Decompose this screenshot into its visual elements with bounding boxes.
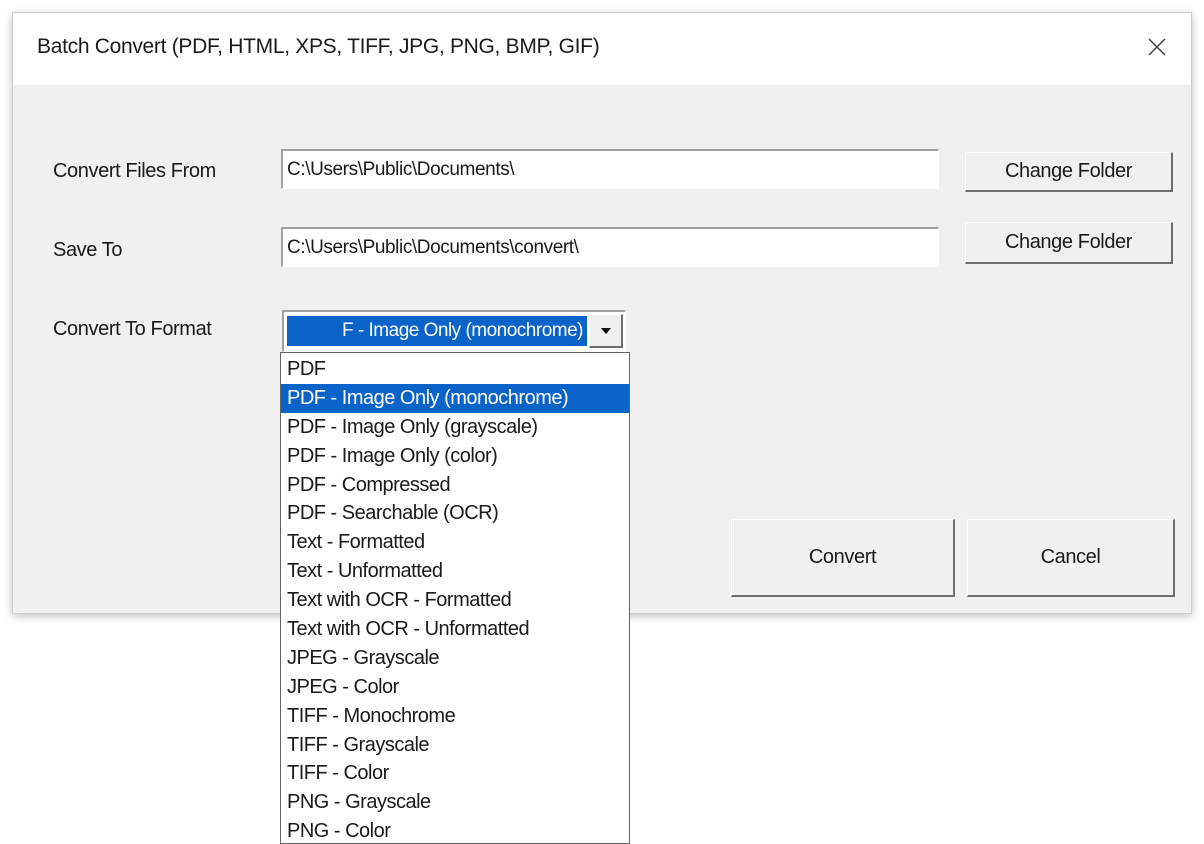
format-option[interactable]: Text with OCR - Unformatted xyxy=(281,615,629,644)
convert-button[interactable]: Convert xyxy=(731,519,955,597)
format-dropdown-button[interactable] xyxy=(589,314,623,348)
cancel-button[interactable]: Cancel xyxy=(967,519,1175,597)
format-select-value: F - Image Only (monochrome) xyxy=(287,316,587,346)
convert-from-input[interactable]: C:\Users\Public\Documents\ xyxy=(281,149,939,189)
format-option[interactable]: PDF - Image Only (color) xyxy=(281,442,629,471)
format-option[interactable]: Text with OCR - Formatted xyxy=(281,586,629,615)
chevron-down-icon xyxy=(600,327,611,334)
format-option[interactable]: PDF xyxy=(281,355,629,384)
format-select[interactable]: F - Image Only (monochrome) xyxy=(282,310,626,352)
save-to-label: Save To xyxy=(53,239,123,261)
format-option[interactable]: TIFF - Grayscale xyxy=(281,731,629,760)
format-option[interactable]: PDF - Image Only (grayscale) xyxy=(281,413,629,442)
format-option[interactable]: PNG - Grayscale xyxy=(281,788,629,817)
format-option[interactable]: TIFF - Monochrome xyxy=(281,702,629,731)
format-option[interactable]: PDF - Searchable (OCR) xyxy=(281,499,629,528)
close-icon xyxy=(1148,38,1166,56)
format-option[interactable]: PNG - Color xyxy=(281,817,629,843)
format-option[interactable]: Text - Unformatted xyxy=(281,557,629,586)
change-save-folder-button[interactable]: Change Folder xyxy=(965,222,1173,264)
format-option[interactable]: JPEG - Color xyxy=(281,673,629,702)
format-label: Convert To Format xyxy=(53,318,212,340)
format-dropdown-list: PDF PDF - Image Only (monochrome) PDF - Im… xyxy=(280,352,630,844)
save-to-input[interactable]: C:\Users\Public\Documents\convert\ xyxy=(281,227,939,267)
change-from-folder-button[interactable]: Change Folder xyxy=(965,152,1173,192)
format-option[interactable]: TIFF - Color xyxy=(281,759,629,788)
close-button[interactable] xyxy=(1137,29,1177,65)
convert-from-label: Convert Files From xyxy=(53,160,216,182)
window-title: Batch Convert (PDF, HTML, XPS, TIFF, JPG… xyxy=(37,35,600,58)
title-bar: Batch Convert (PDF, HTML, XPS, TIFF, JPG… xyxy=(13,13,1191,85)
format-option[interactable]: PDF - Image Only (monochrome) xyxy=(281,383,629,413)
format-option[interactable]: PDF - Compressed xyxy=(281,471,629,500)
format-option[interactable]: JPEG - Grayscale xyxy=(281,644,629,673)
format-option[interactable]: Text - Formatted xyxy=(281,528,629,557)
